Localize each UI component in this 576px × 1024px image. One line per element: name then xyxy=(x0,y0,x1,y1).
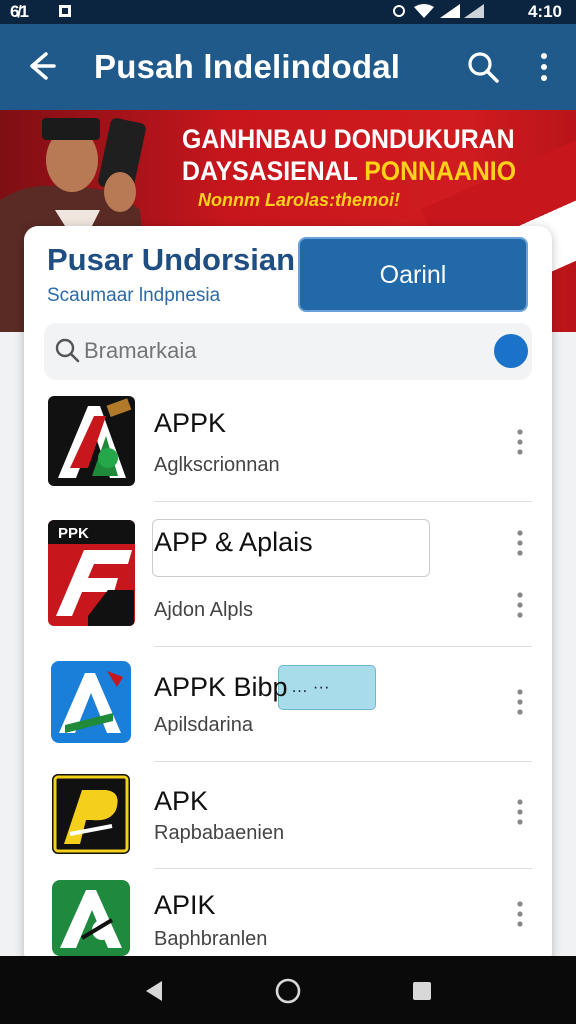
app-name: APPK xyxy=(154,408,227,438)
banner-tagline: Nonnm Larolas:themoi! xyxy=(198,190,401,210)
list-item[interactable]: APPK Aglkscrionnan xyxy=(24,396,552,500)
app-icon-3 xyxy=(51,661,131,743)
more-vert-icon[interactable] xyxy=(512,798,528,826)
system-nav-bar xyxy=(0,956,576,1024)
signal2-icon xyxy=(464,4,484,18)
arrow-left-icon xyxy=(30,52,56,80)
app-list-card: Pusar Undorsian Scaumaar lndpnesia Oarin… xyxy=(24,226,552,966)
list-item[interactable]: APIK Baphbranlen xyxy=(24,880,552,958)
right-edge-panel xyxy=(552,332,576,956)
app-subtitle: Aglkscrionnan xyxy=(154,454,280,476)
app-subtitle: Ajdon Alpls xyxy=(154,599,253,621)
signal-icon xyxy=(440,4,460,18)
nav-recents-icon[interactable] xyxy=(407,976,437,1006)
left-edge-panel xyxy=(0,332,24,956)
banner-headline-2a: DAYSASIENAL xyxy=(182,156,365,186)
divider xyxy=(154,761,532,762)
app-subtitle: Rapbabaenien xyxy=(154,822,285,844)
voice-search-button[interactable] xyxy=(494,334,528,368)
app-name: APIK xyxy=(154,890,216,920)
card-title: Pusar Undorsian xyxy=(47,242,296,277)
more-vert-icon[interactable] xyxy=(534,50,554,84)
more-vert-icon[interactable] xyxy=(512,688,528,716)
app-icon-2: PPK xyxy=(48,520,135,626)
app-name: APP & Aplais xyxy=(154,527,313,557)
search-icon[interactable] xyxy=(466,50,500,84)
nav-home-icon[interactable] xyxy=(273,976,303,1006)
banner-headline-2b: PONNAANIO xyxy=(364,156,517,186)
app-icon-5 xyxy=(52,880,130,956)
card-subtitle: Scaumaar lndpnesia xyxy=(47,285,221,306)
notification-icon xyxy=(59,5,71,17)
page-title: Pusah lndelindodal xyxy=(94,48,401,85)
status-bar: 6̸1 4:10 xyxy=(0,0,576,24)
more-vert-icon[interactable] xyxy=(512,591,528,619)
app-icon-4 xyxy=(52,774,130,854)
banner-headline-2: DAYSASIENAL PONNAANIO xyxy=(182,156,516,187)
app-bar: Pusah lndelindodal xyxy=(0,24,576,110)
search-input[interactable] xyxy=(84,334,464,368)
app-subtitle: Apilsdarina xyxy=(154,714,253,736)
banner-headline-1: GANHNBAU DONDUKURAN xyxy=(182,124,515,154)
list-item[interactable]: APK Rapbabaenien xyxy=(24,774,552,854)
divider xyxy=(154,501,532,502)
svg-text:PPK: PPK xyxy=(58,525,89,542)
divider xyxy=(154,868,532,869)
more-vert-icon[interactable] xyxy=(512,529,528,557)
status-left-text: 6̸1 xyxy=(10,2,29,21)
app-name: APPK Bibp xyxy=(154,672,288,702)
list-item[interactable]: APPK Bibp Apilsdarina xyxy=(24,658,552,748)
search-bar[interactable] xyxy=(44,323,532,380)
status-time: 4:10 xyxy=(527,2,562,21)
search-icon xyxy=(55,338,80,363)
more-vert-icon[interactable] xyxy=(512,428,528,456)
app-subtitle: Baphbranlen xyxy=(154,928,268,950)
app-icon-1 xyxy=(48,396,135,486)
primary-button[interactable]: Oarinl xyxy=(298,237,528,312)
alarm-icon xyxy=(393,5,405,17)
list-item[interactable]: PPK APP & Aplais Ajdon Alpls xyxy=(24,519,552,629)
wifi-icon xyxy=(414,4,434,18)
more-vert-icon[interactable] xyxy=(512,900,528,928)
back-button[interactable] xyxy=(20,46,60,86)
divider xyxy=(154,646,532,647)
nav-back-icon[interactable] xyxy=(140,976,170,1006)
app-name: APK xyxy=(154,786,209,816)
